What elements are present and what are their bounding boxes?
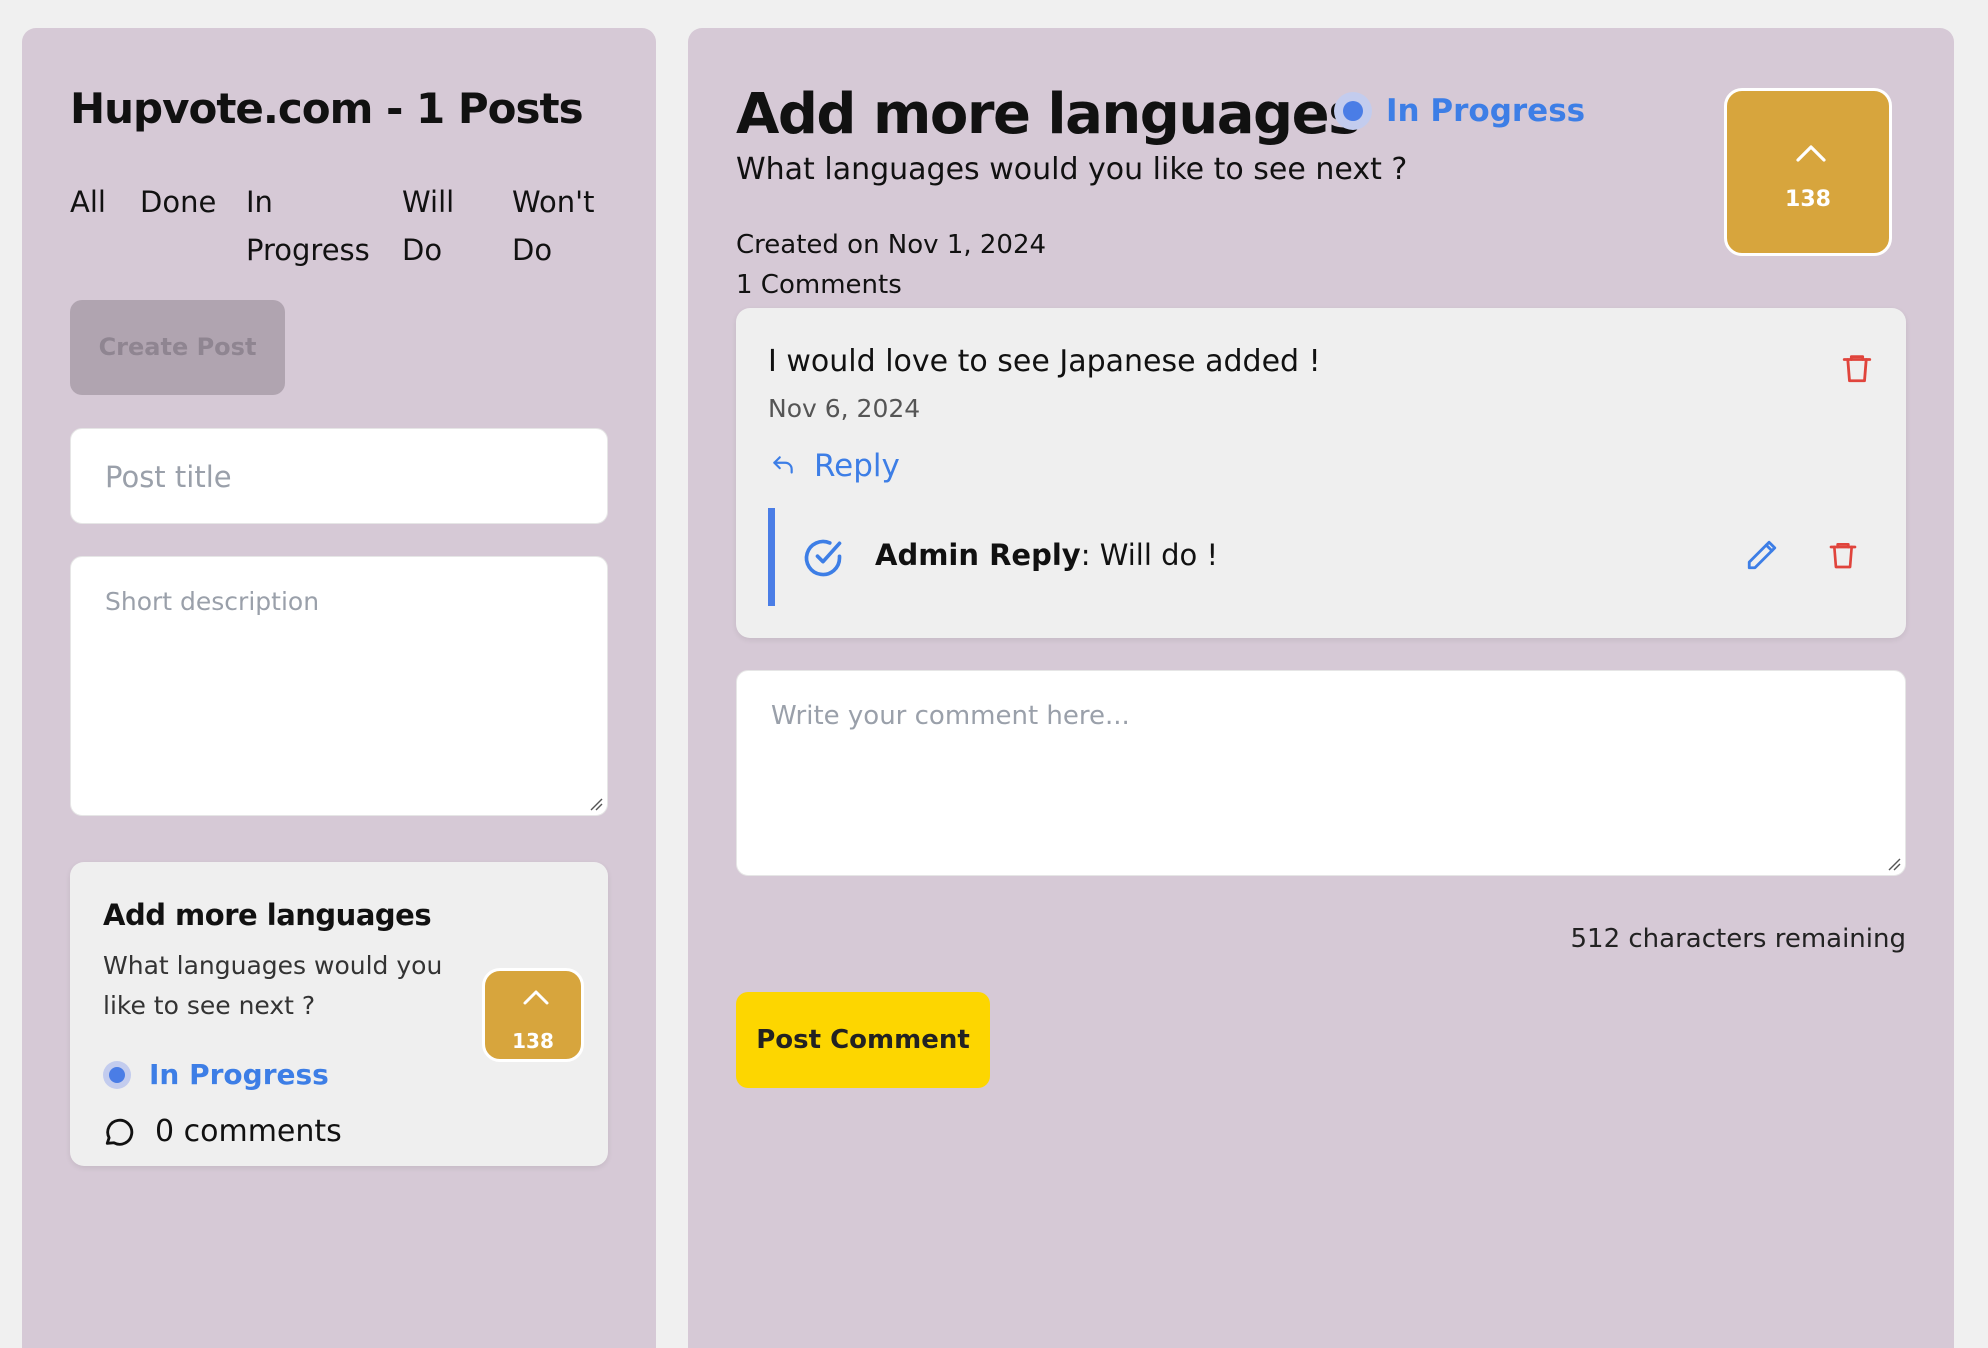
status-label: In Progress: [1386, 93, 1586, 129]
comment-input-placeholder: Write your comment here...: [771, 701, 1130, 731]
chevron-up-icon: [523, 990, 549, 1005]
characters-remaining: 512 characters remaining: [1570, 924, 1907, 954]
comments-count: 1 Comments: [736, 270, 902, 300]
status-label: In Progress: [149, 1058, 329, 1091]
filter-tab-wont-do[interactable]: Won't Do: [512, 178, 612, 274]
admin-reply-label: Admin Reply: [875, 538, 1081, 572]
sidebar-panel: Hupvote.com - 1 Posts All Done In Progre…: [22, 28, 656, 1348]
post-title-input[interactable]: Post title: [70, 428, 608, 524]
post-card-comments: 0 comments: [103, 1114, 342, 1149]
check-circle-icon: [804, 539, 842, 577]
upvote-button[interactable]: 138: [482, 968, 584, 1062]
status-dot-icon: [1334, 92, 1372, 130]
comments-count-label: 0 comments: [155, 1114, 342, 1149]
create-post-button[interactable]: Create Post: [70, 300, 285, 395]
status-badge: In Progress: [1334, 92, 1585, 130]
site-title: Hupvote.com - 1 Posts: [70, 84, 584, 133]
filter-tab-will-do[interactable]: Will Do: [402, 178, 482, 274]
resize-handle-icon[interactable]: [1887, 857, 1901, 871]
comment-date: Nov 6, 2024: [768, 394, 921, 423]
trash-icon[interactable]: [1840, 350, 1874, 386]
short-description-placeholder: Short description: [105, 587, 320, 616]
chevron-up-icon: [1796, 145, 1826, 162]
page-title: Add more languages: [736, 82, 1361, 147]
upvote-button[interactable]: 138: [1724, 88, 1892, 256]
trash-icon[interactable]: [1827, 538, 1859, 572]
post-comment-button[interactable]: Post Comment: [736, 992, 990, 1088]
comment-input[interactable]: Write your comment here...: [736, 670, 1906, 876]
admin-reply-body: : Will do !: [1080, 538, 1219, 572]
short-description-input[interactable]: Short description: [70, 556, 608, 816]
reply-arrow-icon: [773, 456, 793, 474]
post-card[interactable]: Add more languages What languages would …: [70, 862, 608, 1166]
comment-text: I would love to see Japanese added !: [768, 344, 1321, 379]
created-date: Created on Nov 1, 2024: [736, 230, 1047, 260]
reply-label: Reply: [814, 448, 900, 484]
status-dot-icon: [103, 1060, 131, 1089]
filter-tab-in-progress[interactable]: In Progress: [246, 178, 370, 274]
resize-handle-icon[interactable]: [589, 797, 603, 811]
filter-tab-all[interactable]: All: [70, 178, 130, 226]
comment-card: I would love to see Japanese added ! Nov…: [736, 308, 1906, 638]
vote-count: 138: [512, 1029, 554, 1053]
comment-bubble-icon: [105, 1118, 134, 1146]
status-badge: In Progress: [103, 1058, 329, 1091]
admin-reply-text: Admin Reply: Will do !: [875, 538, 1218, 572]
admin-reply: Admin Reply: Will do !: [768, 508, 1868, 606]
post-card-title: Add more languages: [103, 898, 432, 932]
filter-tab-done[interactable]: Done: [140, 178, 240, 226]
post-description: What languages would you like to see nex…: [736, 152, 1408, 187]
pencil-icon[interactable]: [1745, 538, 1779, 572]
post-detail-panel: Add more languages In Progress What lang…: [688, 28, 1954, 1348]
reply-button[interactable]: Reply: [768, 448, 900, 484]
post-card-description: What languages would you like to see nex…: [103, 951, 443, 1020]
vote-count: 138: [1785, 187, 1831, 212]
